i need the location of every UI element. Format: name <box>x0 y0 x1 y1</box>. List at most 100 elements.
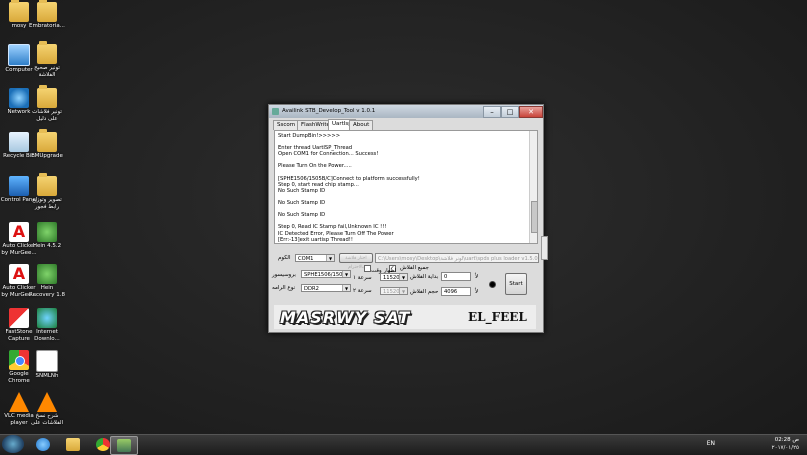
desktop-icon[interactable]: Internet Downlo... <box>28 308 66 342</box>
start-button[interactable] <box>2 435 24 453</box>
speed1-label: سرعة ١ <box>353 275 372 281</box>
processor-value: SPHE1506/1505 <box>304 272 346 278</box>
desktop-icon[interactable]: تصوير وتوزيع رابط فجور <box>28 173 66 210</box>
desktop-icon[interactable]: SNMLNh <box>28 350 66 380</box>
hein-icon <box>37 264 57 284</box>
taskbar: EN 02:28 ص ٢٠١٧/٠١/٢٥ <box>0 434 807 455</box>
desktop-icon-label: Hein 4.5.2 <box>32 243 62 249</box>
desktop-icon-label: Embratoria... <box>29 23 65 29</box>
computer-icon <box>8 44 30 66</box>
start-button[interactable]: Start <box>505 273 527 295</box>
speed2-label: سرعة ٢ <box>353 288 372 294</box>
taskbar-explorer-button[interactable] <box>60 436 86 453</box>
desktop-icon[interactable]: EMUpgrade <box>28 129 66 160</box>
maximize-button[interactable]: □ <box>501 106 519 118</box>
speed1-select[interactable]: 115200 ▼ <box>380 273 408 281</box>
clock-time[interactable]: 02:28 ص <box>775 437 799 443</box>
auto-clicker-icon: A <box>9 264 29 284</box>
banner-brand-text: MASRWY SAT <box>280 308 411 327</box>
log-lines: Start DumpBin!>>>>> Enter thread UartISP_… <box>278 133 526 243</box>
control-panel-icon <box>9 176 29 196</box>
status-radio[interactable] <box>489 281 496 288</box>
chevron-down-icon: ▼ <box>399 288 407 294</box>
port-label: الكوم <box>278 255 291 261</box>
folder-icon <box>37 85 57 108</box>
desktop-icon[interactable]: Embratoria... <box>28 0 66 30</box>
chevron-down-icon: ▼ <box>399 274 407 280</box>
ram-select[interactable]: DDR2 ▼ <box>301 284 351 292</box>
idm-icon <box>37 308 57 328</box>
check-time-checkbox[interactable] <box>364 265 371 272</box>
vlc-icon <box>37 392 57 412</box>
processor-label: بروسيسور <box>272 272 296 278</box>
flash-size-label: حجم الفلاش <box>410 289 439 295</box>
folder-icon <box>66 438 80 451</box>
flash-size-input[interactable]: 4096 <box>441 287 471 296</box>
ram-value: DDR2 <box>304 286 319 292</box>
tool-window: Availink STB_Develop_Tool v 1.0.1 – □ ✕ … <box>268 104 544 333</box>
port-value: COM1 <box>298 256 314 262</box>
desktop-icon-label: EMUpgrade <box>31 153 63 159</box>
folder-icon <box>37 129 57 152</box>
minimize-button[interactable]: – <box>483 106 501 118</box>
hein-icon <box>37 222 57 242</box>
chevron-down-icon: ▼ <box>342 271 350 277</box>
side-panel-handle[interactable] <box>541 236 548 260</box>
unit-label-1: لأ <box>475 274 479 280</box>
path-field[interactable]: C:\Users\mosy\Desktop\لونر فلاشة\uart\sp… <box>375 253 539 263</box>
ram-label: نوع الرامه <box>272 285 296 291</box>
banner-sub-text: EL_FEEL <box>468 310 527 324</box>
snm-icon <box>36 350 58 372</box>
desktop-icon-label: شرح نسخ الفلاشات على <box>30 413 64 426</box>
app-icon <box>272 108 279 115</box>
speed2-select[interactable]: 115200 ▼ <box>380 287 408 295</box>
desktop-icon[interactable]: Hein 4.5.2 <box>28 222 66 250</box>
taskbar-ie-button[interactable] <box>30 436 56 453</box>
desktop-icon[interactable]: Hein Recovery 1.8 <box>28 264 66 298</box>
brand-banner: MASRWY SAT EL_FEEL <box>274 305 536 329</box>
language-indicator[interactable]: EN <box>707 440 715 447</box>
desktop-icon-label: تصوير وتوزيع رابط فجور <box>32 197 62 210</box>
faststone-icon <box>9 308 29 328</box>
vlc-icon <box>9 392 29 412</box>
flash-start-label: بداية الفلاش <box>410 274 439 280</box>
chrome-icon <box>96 438 110 451</box>
log-scroll-thumb[interactable] <box>531 201 537 233</box>
desktop-icon-label: Hein Recovery 1.8 <box>29 285 65 298</box>
log-scrollbar[interactable] <box>529 131 537 243</box>
flash-start-input[interactable]: 0 <box>441 272 471 281</box>
folder-icon <box>37 173 57 196</box>
close-button[interactable]: ✕ <box>519 106 543 118</box>
port-select[interactable]: COM1 ▼ <box>295 254 335 262</box>
check-all-label: جميع الفلاش <box>400 265 429 271</box>
chrome-icon <box>9 350 29 370</box>
title-bar[interactable]: Availink STB_Develop_Tool v 1.0.1 – □ ✕ <box>269 105 543 118</box>
choose-file-button[interactable]: اختار فلاشة بالاحترام <box>339 253 373 270</box>
chevron-down-icon: ▼ <box>326 255 334 261</box>
tab-sscom[interactable]: Sscom <box>273 120 300 130</box>
clock-date[interactable]: ٢٠١٧/٠١/٢٥ <box>772 445 799 451</box>
desktop-icon[interactable]: تونير صحيح الفلاشة <box>28 41 66 78</box>
desktop-icon-label: تونير فلاشات على دليل <box>32 109 62 122</box>
auto-clicker-icon: A <box>9 222 29 242</box>
desktop-icon-label: SNMLNh <box>35 373 59 379</box>
folder-icon <box>37 0 57 22</box>
folder-icon <box>9 0 29 22</box>
log-line: [Err:-13]exit uartisp Thread!! <box>278 236 353 243</box>
unit-label-2: لأ <box>475 289 479 295</box>
window-title: Availink STB_Develop_Tool v 1.0.1 <box>282 108 376 114</box>
desktop-icon[interactable]: تونير فلاشات على دليل <box>28 85 66 122</box>
taskbar-tool-button[interactable] <box>110 436 138 455</box>
recycle-icon <box>9 132 29 152</box>
desktop-icon[interactable]: شرح نسخ الفلاشات على <box>28 392 66 426</box>
desktop-icon-label: Internet Downlo... <box>34 329 60 342</box>
processor-select[interactable]: SPHE1506/1505 ▼ <box>301 270 351 278</box>
chevron-down-icon: ▼ <box>342 285 350 291</box>
log-output[interactable]: Start DumpBin!>>>>> Enter thread UartISP_… <box>274 130 538 244</box>
folder-icon <box>37 41 57 64</box>
tool-icon <box>117 439 131 452</box>
network-icon <box>9 88 29 108</box>
ie-icon <box>36 438 50 451</box>
tab-about[interactable]: About <box>349 120 374 130</box>
desktop-icon-label: تونير صحيح الفلاشة <box>34 65 60 78</box>
